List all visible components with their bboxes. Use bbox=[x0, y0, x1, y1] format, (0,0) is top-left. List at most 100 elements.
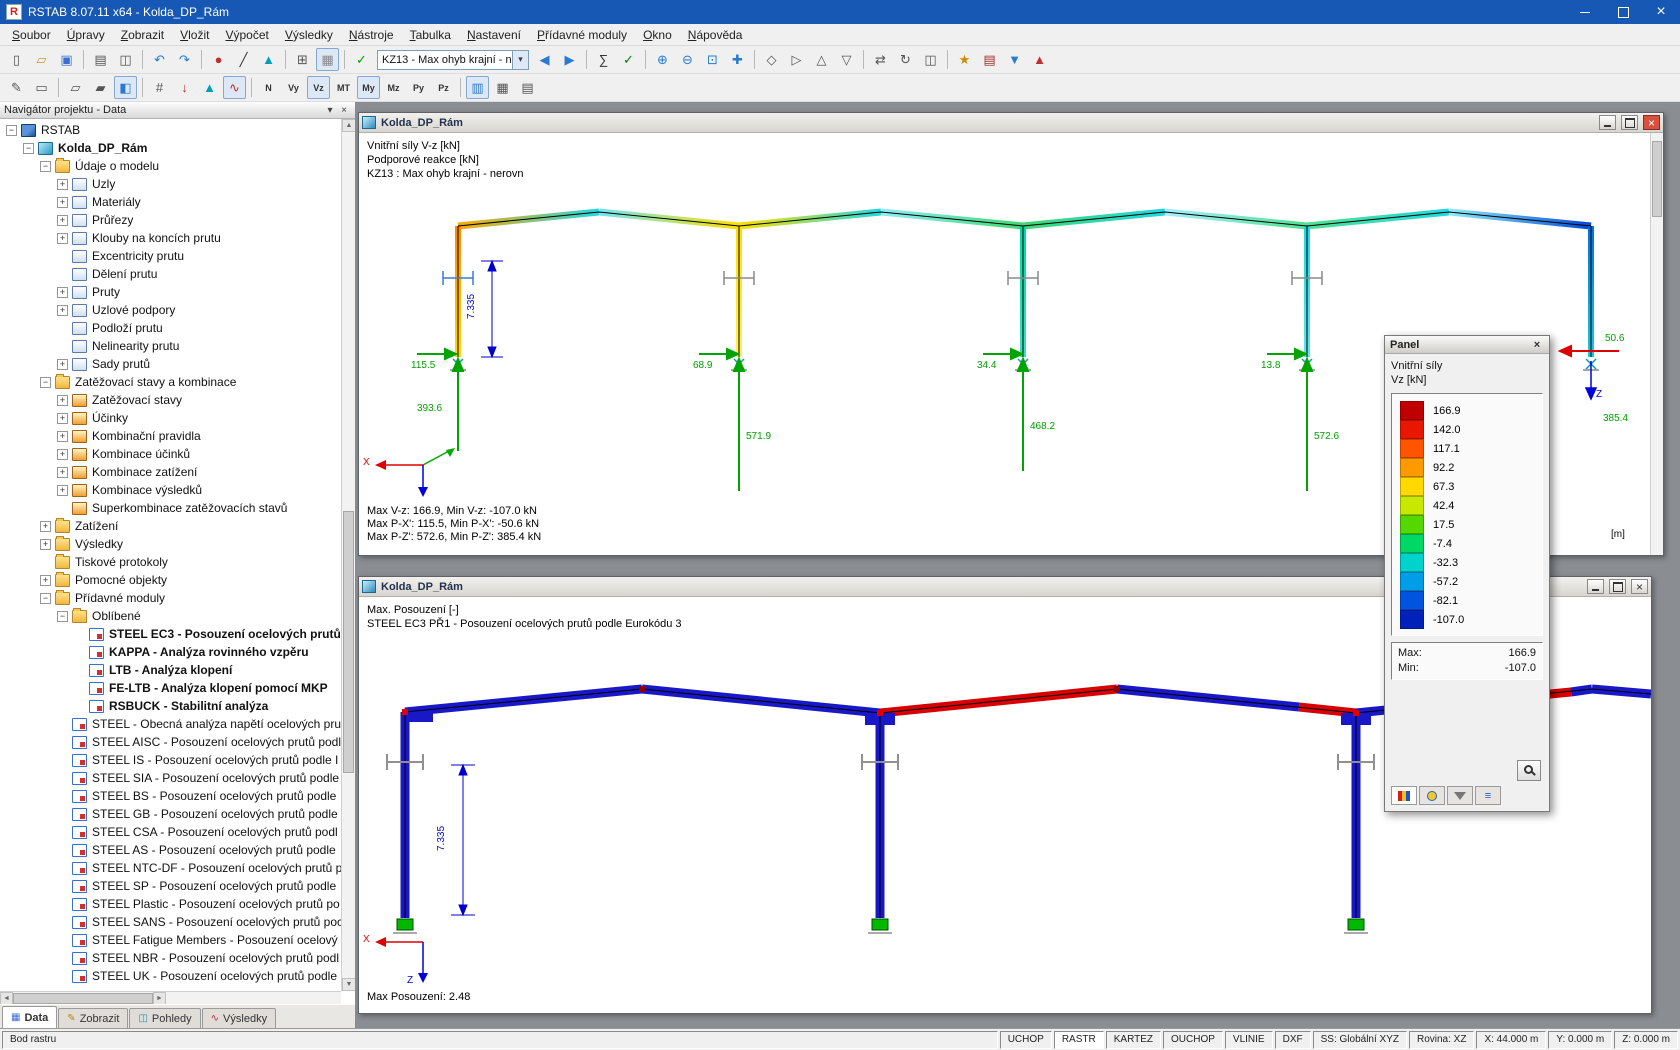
result-component-mz-button[interactable]: Mz bbox=[382, 76, 405, 99]
insert-support-button[interactable]: ▲ bbox=[257, 48, 280, 71]
panel-tab-color-spectrum[interactable] bbox=[1391, 786, 1417, 805]
show-numbering-button[interactable]: # bbox=[148, 76, 171, 99]
close-icon[interactable]: × bbox=[1530, 338, 1544, 351]
show-supports-button[interactable]: ▲ bbox=[198, 76, 221, 99]
tree-item-steel-fatigue-members-posouzeni-ocelovy[interactable]: STEEL Fatigue Members - Posouzení ocelov… bbox=[0, 931, 341, 949]
tab-zobrazit[interactable]: ✎Zobrazit bbox=[58, 1008, 128, 1028]
tree-horizontal-scrollbar[interactable]: ◄ ► bbox=[0, 991, 341, 1004]
scroll-left-icon[interactable]: ◄ bbox=[0, 992, 13, 1004]
menu-nastaveni[interactable]: Nastavení bbox=[459, 24, 529, 45]
tree-item-deleni-prutu[interactable]: Dělení prutu bbox=[0, 265, 341, 283]
menu-pridavne-moduly[interactable]: Přídavné moduly bbox=[529, 24, 635, 45]
view-in-x-button[interactable]: ▷ bbox=[785, 48, 808, 71]
chevron-down-icon[interactable] bbox=[512, 51, 528, 69]
tree-item-excentricity-prutu[interactable]: Excentricity prutu bbox=[0, 247, 341, 265]
tree-item-kombinace-zatizeni[interactable]: +Kombinace zatížení bbox=[0, 463, 341, 481]
expand-icon[interactable]: + bbox=[57, 413, 68, 424]
favorites-module-button[interactable]: ★ bbox=[953, 48, 976, 71]
tree-item-steel-uk-posouzeni-ocelovych-prutu-podle[interactable]: STEEL UK - Posouzení ocelových prutů pod… bbox=[0, 967, 341, 985]
zoom-in-button[interactable]: ⊕ bbox=[651, 48, 674, 71]
open-file-button[interactable]: ▱ bbox=[30, 48, 53, 71]
tree-item-rsbuck-stabilitni-analyza[interactable]: RSBUCK - Stabilitní analýza bbox=[0, 697, 341, 715]
scroll-right-icon[interactable]: ► bbox=[153, 992, 166, 1004]
grid-settings-button[interactable]: ▦ bbox=[316, 48, 339, 71]
tree-item-superkombinace-zatezovacich-stavu[interactable]: Superkombinace zatěžovacích stavů bbox=[0, 499, 341, 517]
show-loads-button[interactable]: ↓ bbox=[173, 76, 196, 99]
print-button[interactable]: ▤ bbox=[89, 48, 112, 71]
expand-icon[interactable]: + bbox=[57, 287, 68, 298]
display-rendered-button[interactable]: ◧ bbox=[114, 76, 137, 99]
tree-item-pridavne-moduly[interactable]: −Přídavné moduly bbox=[0, 589, 341, 607]
menu-soubor[interactable]: Soubor bbox=[4, 24, 59, 45]
tree-item-kombinace-vysledku[interactable]: +Kombinace výsledků bbox=[0, 481, 341, 499]
expand-icon[interactable]: + bbox=[57, 359, 68, 370]
menu-napoveda[interactable]: Nápověda bbox=[680, 24, 751, 45]
statusbar-toggle-vlinie[interactable]: VLINIE bbox=[1225, 1031, 1273, 1049]
tree-item-steel-nbr-posouzeni-ocelovych-prutu-podl[interactable]: STEEL NBR - Posouzení ocelových prutů po… bbox=[0, 949, 341, 967]
window-close-button[interactable] bbox=[1643, 115, 1660, 130]
roof-members[interactable] bbox=[458, 212, 1591, 226]
show-panel-button[interactable]: ▥ bbox=[466, 76, 489, 99]
tree-item-pomocne-objekty[interactable]: +Pomocné objekty bbox=[0, 571, 341, 589]
rotate-view-button[interactable]: ↻ bbox=[894, 48, 917, 71]
menu-vypocet[interactable]: Výpočet bbox=[217, 24, 276, 45]
tree-item-steel-sia-posouzeni-ocelovych-prutu-podle[interactable]: STEEL SIA - Posouzení ocelových prutů po… bbox=[0, 769, 341, 787]
statusbar-toggle-dxf[interactable]: DXF bbox=[1275, 1031, 1311, 1049]
expand-icon[interactable]: + bbox=[57, 179, 68, 190]
import-data-button[interactable]: ▲ bbox=[1028, 48, 1051, 71]
edit-tool-button[interactable]: ✎ bbox=[5, 76, 28, 99]
move-copy-button[interactable]: ⇄ bbox=[869, 48, 892, 71]
menu-vysledky[interactable]: Výsledky bbox=[277, 24, 341, 45]
window-titlebar[interactable]: Kolda_DP_Rám bbox=[359, 113, 1663, 133]
tree-item-rstab[interactable]: −RSTAB bbox=[0, 121, 341, 139]
tree-vertical-scrollbar[interactable]: ▲ ▼ bbox=[341, 119, 355, 991]
close-icon[interactable]: × bbox=[337, 104, 351, 117]
minimize-button[interactable] bbox=[1566, 0, 1604, 24]
expand-icon[interactable]: + bbox=[57, 215, 68, 226]
window-restore-button[interactable] bbox=[1621, 115, 1638, 130]
view-in-y-button[interactable]: △ bbox=[810, 48, 833, 71]
check-model-button[interactable]: ✓ bbox=[617, 48, 640, 71]
tree-item-tiskove-protokoly[interactable]: Tiskové protokoly bbox=[0, 553, 341, 571]
tree-item-zatizeni[interactable]: +Zatížení bbox=[0, 517, 341, 535]
tree-item-vysledky[interactable]: +Výsledky bbox=[0, 535, 341, 553]
scroll-up-icon[interactable]: ▲ bbox=[342, 119, 355, 132]
pin-icon[interactable]: ▾ bbox=[323, 104, 337, 117]
close-button[interactable] bbox=[1642, 0, 1680, 24]
tab-vysledky[interactable]: ∿Výsledky bbox=[202, 1008, 276, 1028]
tree-item-steel-gb-posouzeni-ocelovych-prutu-podle[interactable]: STEEL GB - Posouzení ocelových prutů pod… bbox=[0, 805, 341, 823]
tree-item-zatezovaci-stavy[interactable]: +Zatěžovací stavy bbox=[0, 391, 341, 409]
display-wireframe-button[interactable]: ▱ bbox=[64, 76, 87, 99]
view-vertical-scrollbar[interactable] bbox=[1650, 133, 1663, 555]
scrollbar-thumb[interactable] bbox=[13, 993, 153, 1004]
result-component-mt-button[interactable]: MT bbox=[332, 76, 355, 99]
window-minimize-button[interactable] bbox=[1599, 115, 1616, 130]
display-solid-button[interactable]: ▰ bbox=[89, 76, 112, 99]
tree-item-zatezovaci-stavy-a-kombinace[interactable]: −Zatěžovací stavy a kombinace bbox=[0, 373, 341, 391]
export-data-button[interactable]: ▼ bbox=[1003, 48, 1026, 71]
collapse-icon[interactable]: − bbox=[57, 611, 68, 622]
tree-item-steel-as-posouzeni-ocelovych-prutu-podle[interactable]: STEEL AS - Posouzení ocelových prutů pod… bbox=[0, 841, 341, 859]
tree-item-steel-bs-posouzeni-ocelovych-prutu-podle[interactable]: STEEL BS - Posouzení ocelových prutů pod… bbox=[0, 787, 341, 805]
tree-item-steel-aisc-posouzeni-ocelovych-prutu-podl[interactable]: STEEL AISC - Posouzení ocelových prutů p… bbox=[0, 733, 341, 751]
menu-vlozit[interactable]: Vložit bbox=[172, 24, 217, 45]
panel-tab-lines[interactable]: ≡ bbox=[1475, 786, 1501, 805]
collapse-icon[interactable]: − bbox=[6, 125, 17, 136]
tree-item-uzlove-podpory[interactable]: +Uzlové podpory bbox=[0, 301, 341, 319]
tree-item-nelinearity-prutu[interactable]: Nelinearity prutu bbox=[0, 337, 341, 355]
result-component-n-button[interactable]: N bbox=[257, 76, 280, 99]
panel-tab-filter[interactable] bbox=[1447, 786, 1473, 805]
menu-zobrazit[interactable]: Zobrazit bbox=[113, 24, 172, 45]
expand-icon[interactable]: + bbox=[57, 395, 68, 406]
result-component-my-button[interactable]: My bbox=[357, 76, 380, 99]
window-restore-button[interactable] bbox=[1609, 579, 1626, 594]
tree-item-steel-sp-posouzeni-ocelovych-prutu-podle[interactable]: STEEL SP - Posouzení ocelových prutů pod… bbox=[0, 877, 341, 895]
tree-item-oblibene[interactable]: −Oblíbené bbox=[0, 607, 341, 625]
undo-button[interactable]: ↶ bbox=[148, 48, 171, 71]
expand-icon[interactable]: + bbox=[57, 485, 68, 496]
collapse-icon[interactable]: − bbox=[40, 593, 51, 604]
tab-pohledy[interactable]: ◫Pohledy bbox=[129, 1008, 200, 1028]
result-component-py-button[interactable]: Py bbox=[407, 76, 430, 99]
new-file-button[interactable]: ▯ bbox=[5, 48, 28, 71]
result-panel[interactable]: Panel × Vnitřní síly Vz [kN] 166.9142.01… bbox=[1384, 335, 1550, 812]
